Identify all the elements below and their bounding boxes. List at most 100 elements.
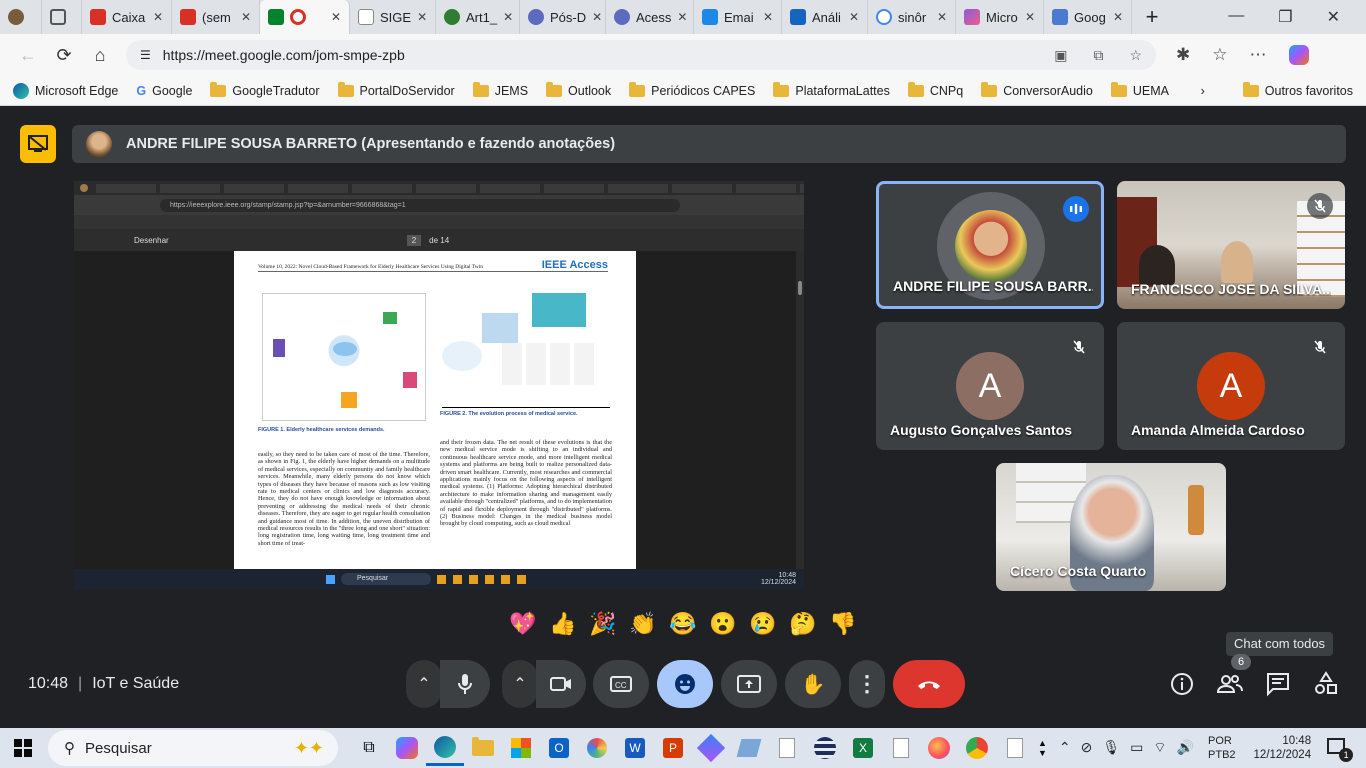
microphone-button[interactable] — [440, 660, 490, 708]
taskbar-app-copilot[interactable] — [388, 730, 426, 766]
bookmark-folder[interactable]: Periódicos CAPES — [620, 78, 764, 104]
browser-tab[interactable]: Pós-D ✕ — [520, 0, 606, 34]
close-icon[interactable]: ✕ — [153, 10, 163, 24]
task-view-button[interactable]: ⧉ — [350, 730, 388, 766]
close-icon[interactable]: ✕ — [1025, 10, 1035, 24]
browser-tab[interactable]: Análi ✕ — [782, 0, 868, 34]
start-button[interactable] — [4, 730, 42, 766]
taskbar-app-chrome[interactable] — [958, 730, 996, 766]
present-screen-button[interactable] — [721, 660, 777, 708]
battery-icon[interactable]: ▭ — [1130, 739, 1143, 757]
profile-avatar[interactable] — [0, 0, 42, 34]
participant-tile-cicero[interactable]: Cícero Costa Quarto — [996, 463, 1226, 591]
close-icon[interactable]: ✕ — [763, 10, 773, 24]
copilot-icon[interactable] — [1288, 45, 1309, 65]
favorite-star-icon[interactable]: ☆ — [1129, 47, 1142, 64]
wifi-icon[interactable]: ⌔ — [1153, 739, 1166, 757]
notifications-button[interactable]: 1 — [1327, 738, 1354, 762]
taskbar-app-explorer[interactable] — [464, 730, 502, 766]
more-menu-icon[interactable]: ⋯ — [1250, 45, 1267, 65]
reaction-sad[interactable]: 😢 — [745, 606, 781, 642]
close-icon[interactable]: ✕ — [849, 10, 859, 24]
close-icon[interactable]: ✕ — [677, 10, 687, 24]
network-warning-icon[interactable]: ⊘ — [1081, 739, 1093, 757]
close-icon[interactable]: ✕ — [937, 10, 947, 24]
close-icon[interactable]: ✕ — [503, 10, 513, 24]
close-icon[interactable]: ✕ — [417, 10, 427, 24]
participant-tile-francisco[interactable]: FRANCISCO JOSE DA SILVA... — [1117, 181, 1345, 309]
taskbar-app-outlook[interactable]: O — [540, 730, 578, 766]
home-button[interactable]: ⌂ — [82, 37, 118, 73]
volume-icon[interactable]: 🔊 — [1177, 739, 1194, 757]
taskbar-app-excel[interactable]: X — [844, 730, 882, 766]
minimize-button[interactable]: — — [1228, 7, 1244, 27]
reaction-party[interactable]: 🎉 — [585, 606, 621, 642]
extensions-icon[interactable]: ✱ — [1176, 45, 1190, 65]
bookmark-folder[interactable]: Outlook — [537, 78, 620, 104]
favorites-icon[interactable]: ☆ — [1212, 45, 1227, 65]
browser-tab[interactable]: SIGE ✕ — [350, 0, 436, 34]
address-bar[interactable]: ☰ https://meet.google.com/jom-smpe-zpb ▣… — [126, 40, 1156, 70]
browser-tab[interactable]: Micro ✕ — [956, 0, 1044, 34]
taskbar-app-copilot-alt[interactable] — [692, 730, 730, 766]
site-info-icon[interactable]: ☰ — [140, 48, 151, 62]
more-options-button[interactable]: ⋮ — [849, 660, 885, 708]
bookmark-folder[interactable]: ConversorAudio — [972, 78, 1102, 104]
taskbar-scroll[interactable]: ▲ ▼ — [1038, 738, 1047, 758]
raise-hand-button[interactable]: ✋ — [785, 660, 841, 708]
participant-tile-andre[interactable]: ANDRE FILIPE SOUSA BARR... — [876, 181, 1104, 309]
browser-tab[interactable]: Caixa ✕ — [82, 0, 172, 34]
reaction-laugh[interactable]: 😂 — [665, 606, 701, 642]
close-window-button[interactable]: ✕ — [1327, 7, 1340, 27]
meeting-details-button[interactable] — [1168, 670, 1196, 698]
emoji-reactions-button[interactable] — [657, 660, 713, 708]
taskbar-app-blank[interactable] — [768, 730, 806, 766]
taskbar-app-firefox[interactable] — [920, 730, 958, 766]
participant-tile-augusto[interactable]: A Augusto Gonçalves Santos — [876, 322, 1104, 450]
pdf-scrollbar[interactable] — [796, 251, 804, 569]
app-install-icon[interactable]: ⧉ — [1093, 47, 1103, 64]
taskbar-app-edge[interactable] — [426, 730, 464, 766]
maximize-button[interactable]: ❐ — [1278, 7, 1292, 27]
leave-call-button[interactable] — [893, 660, 965, 708]
close-icon[interactable]: ✕ — [241, 10, 251, 24]
taskbar-app-notes[interactable] — [730, 730, 768, 766]
show-hidden-icon[interactable]: ⌃ — [1059, 739, 1071, 757]
taskbar-app-store[interactable] — [502, 730, 540, 766]
bookmark-folder[interactable]: GoogleTradutor — [201, 78, 328, 104]
bookmark-google[interactable]: G Google — [127, 78, 201, 104]
browser-tab[interactable]: Goog ✕ — [1044, 0, 1132, 34]
bookmark-folder[interactable]: JEMS — [464, 78, 537, 104]
close-icon[interactable]: ✕ — [592, 10, 602, 24]
reaction-thinking[interactable]: 🤔 — [785, 606, 821, 642]
browser-tab[interactable]: (sem ✕ — [172, 0, 260, 34]
bookmark-folder[interactable]: CNPq — [899, 78, 972, 104]
taskbar-app-blank-3[interactable] — [996, 730, 1034, 766]
video-options-button[interactable]: ⌃ — [502, 660, 538, 708]
refresh-button[interactable]: ⟳ — [46, 37, 82, 73]
audio-options-button[interactable]: ⌃ — [406, 660, 442, 708]
participant-tile-amanda[interactable]: A Amanda Almeida Cardoso — [1117, 322, 1345, 450]
workspaces-button[interactable] — [42, 0, 82, 34]
taskbar-app-acrobat[interactable]: P — [654, 730, 692, 766]
taskbar-app-vpn[interactable] — [806, 730, 844, 766]
bookmark-folder[interactable]: PortalDoServidor — [329, 78, 464, 104]
close-icon[interactable]: ✕ — [1113, 10, 1123, 24]
reaction-surprised[interactable]: 😮 — [705, 606, 741, 642]
activities-button[interactable] — [1312, 670, 1340, 698]
browser-tab[interactable]: Acess ✕ — [606, 0, 694, 34]
camera-permission-icon[interactable]: ▣ — [1054, 47, 1067, 64]
new-tab-button[interactable]: + — [1132, 0, 1172, 34]
bookmark-folder[interactable]: UEMA — [1102, 78, 1178, 104]
other-favorites[interactable]: Outros favoritos — [1234, 78, 1362, 104]
captions-button[interactable]: CC — [593, 660, 649, 708]
back-button[interactable]: ← — [10, 37, 46, 73]
camera-button[interactable] — [536, 660, 586, 708]
taskbar-search[interactable]: ⚲ Pesquisar ✦✦ — [48, 730, 338, 766]
reaction-thumbs-down[interactable]: 👎 — [825, 606, 861, 642]
microphone-tray-icon[interactable]: 🎙 — [1102, 739, 1120, 757]
browser-tab[interactable]: Emai ✕ — [694, 0, 782, 34]
taskbar-app-blank-2[interactable] — [882, 730, 920, 766]
browser-tab[interactable]: Art1_ ✕ — [436, 0, 520, 34]
bookmark-folder[interactable]: PlataformaLattes — [764, 78, 899, 104]
